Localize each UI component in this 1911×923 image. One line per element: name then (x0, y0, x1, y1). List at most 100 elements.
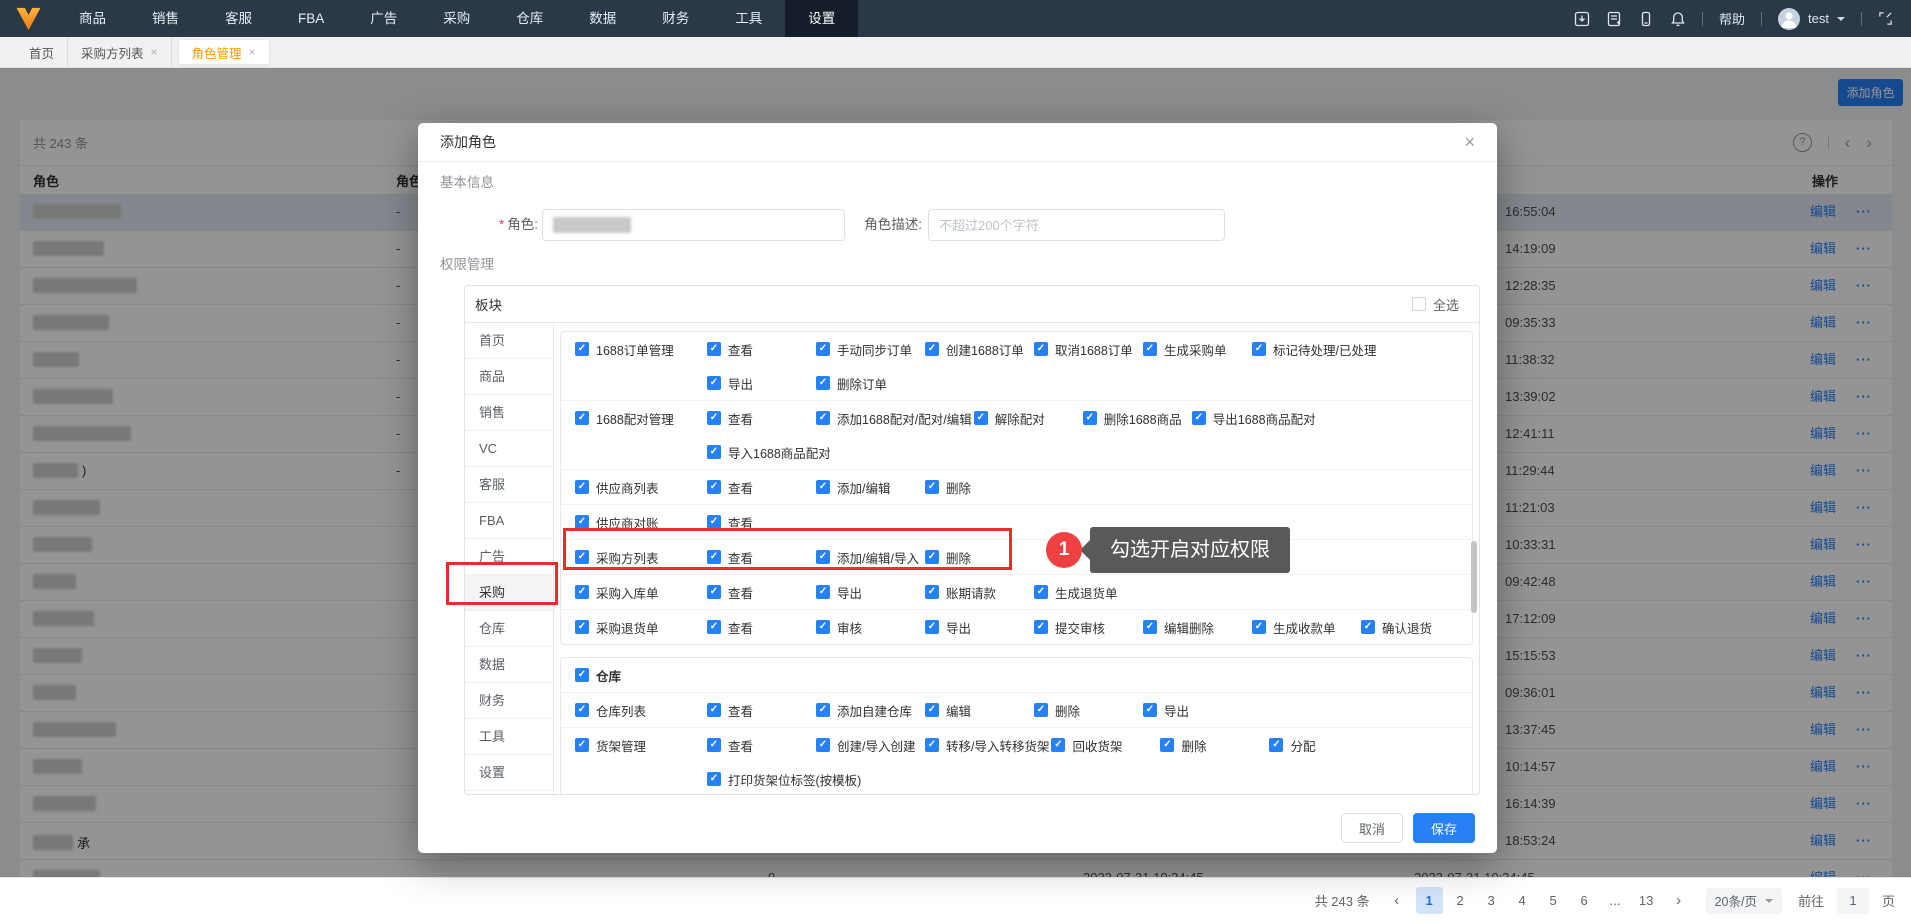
permission-option[interactable]: 分配 (1269, 736, 1376, 755)
checkbox-checked-icon[interactable] (816, 342, 830, 356)
permission-option[interactable]: 导出 (816, 583, 923, 602)
checkbox-checked-icon[interactable] (816, 738, 830, 752)
close-icon[interactable]: × (249, 45, 256, 59)
nav-menu-item[interactable]: 商品 (56, 0, 129, 37)
permission-option[interactable]: 查看 (707, 701, 814, 720)
checkbox-checked-icon[interactable] (575, 585, 589, 599)
nav-menu-item[interactable]: 数据 (566, 0, 639, 37)
tab[interactable]: 采购方列表 × (68, 37, 172, 67)
checkbox-checked-icon[interactable] (707, 772, 721, 786)
permission-option[interactable]: 导入1688商品配对 (707, 443, 831, 462)
checkbox-checked-icon[interactable] (575, 620, 589, 634)
app-logo-icon[interactable] (0, 7, 56, 31)
module-tab[interactable]: 仓库 (465, 611, 553, 647)
next-page-icon[interactable]: › (1668, 892, 1690, 909)
permission-option[interactable]: 添加/编辑 (816, 478, 923, 497)
checkbox-checked-icon[interactable] (816, 703, 830, 717)
checkbox-checked-icon[interactable] (816, 620, 830, 634)
permission-option[interactable]: 编辑 (925, 701, 1032, 720)
checkbox-checked-icon[interactable] (925, 342, 939, 356)
checkbox-checked-icon[interactable] (707, 411, 721, 425)
permission-option[interactable]: 打印货架位标签(按模板) (707, 770, 861, 789)
permission-option[interactable]: 删除1688商品 (1082, 409, 1190, 428)
permission-option[interactable]: 解除配对 (973, 409, 1081, 428)
page-size-select[interactable]: 20条/页 (1705, 887, 1782, 914)
download-icon[interactable] (1574, 11, 1590, 27)
user-avatar[interactable] (1778, 7, 1801, 30)
cancel-button[interactable]: 取消 (1340, 813, 1403, 843)
close-icon[interactable]: × (151, 45, 158, 59)
permission-option[interactable]: 提交审核 (1034, 618, 1141, 637)
checkbox-checked-icon[interactable] (575, 668, 589, 682)
module-tab[interactable]: 客服 (465, 467, 553, 503)
permission-option[interactable]: 导出 (1143, 701, 1250, 720)
role-desc-input[interactable] (928, 209, 1225, 241)
nav-menu-item[interactable]: 销售 (129, 0, 202, 37)
permission-option[interactable]: 回收货架 (1051, 736, 1158, 755)
permission-option[interactable]: 删除 (925, 478, 1032, 497)
page-number[interactable]: 2 (1447, 887, 1474, 914)
checkbox-checked-icon[interactable] (1191, 411, 1206, 425)
permission-option[interactable]: 查看 (707, 618, 814, 637)
fullscreen-icon[interactable] (1878, 11, 1893, 26)
checkbox-checked-icon[interactable] (816, 480, 830, 494)
checkbox-checked-icon[interactable] (707, 445, 721, 459)
nav-menu-item[interactable]: FBA (275, 0, 347, 37)
page-number[interactable]: 5 (1540, 887, 1567, 914)
checkbox-unchecked-icon[interactable] (1411, 297, 1426, 311)
checkbox-checked-icon[interactable] (1051, 738, 1066, 752)
checkbox-checked-icon[interactable] (707, 376, 721, 390)
select-all-checkbox[interactable]: 全选 (1411, 295, 1459, 314)
checkbox-checked-icon[interactable] (1252, 620, 1266, 634)
checkbox-checked-icon[interactable] (925, 738, 939, 752)
checkbox-checked-icon[interactable] (1034, 703, 1048, 717)
nav-menu-item[interactable]: 工具 (712, 0, 785, 37)
chevron-down-icon[interactable] (1837, 16, 1845, 25)
permission-module[interactable]: 供应商列表 (575, 470, 707, 504)
mobile-app-icon[interactable] (1638, 11, 1654, 27)
checkbox-checked-icon[interactable] (816, 376, 830, 390)
permission-option[interactable]: 删除 (1034, 701, 1141, 720)
permission-option[interactable]: 查看 (707, 583, 814, 602)
checkbox-checked-icon[interactable] (1034, 585, 1048, 599)
checkbox-checked-icon[interactable] (575, 411, 589, 425)
checkbox-checked-icon[interactable] (707, 620, 721, 634)
checkbox-checked-icon[interactable] (925, 585, 939, 599)
checkbox-checked-icon[interactable] (1034, 620, 1048, 634)
permission-option[interactable]: 生成采购单 (1143, 340, 1250, 359)
permission-option[interactable]: 创建1688订单 (925, 340, 1032, 359)
checkbox-checked-icon[interactable] (1252, 342, 1266, 356)
checkbox-checked-icon[interactable] (925, 620, 939, 634)
permission-option[interactable]: 生成退货单 (1034, 583, 1141, 602)
permission-module[interactable]: 仓库列表 (575, 693, 707, 727)
permission-option[interactable]: 编辑删除 (1143, 618, 1250, 637)
checkbox-checked-icon[interactable] (1160, 738, 1175, 752)
nav-menu-item[interactable]: 采购 (420, 0, 493, 37)
checkbox-checked-icon[interactable] (1269, 738, 1284, 752)
module-tab[interactable]: FBA (465, 503, 553, 539)
checkbox-checked-icon[interactable] (1361, 620, 1375, 634)
nav-menu-item[interactable]: 广告 (347, 0, 420, 37)
scrollbar-thumb[interactable] (1471, 541, 1477, 613)
checkbox-checked-icon[interactable] (575, 515, 589, 529)
tab[interactable]: 角色管理 × (177, 39, 270, 65)
permission-option[interactable]: 查看 (707, 478, 814, 497)
permission-option[interactable]: 取消1688订单 (1034, 340, 1141, 359)
checkbox-checked-icon[interactable] (816, 585, 830, 599)
username[interactable]: test (1808, 11, 1829, 26)
goto-page-input[interactable]: 1 (1836, 887, 1869, 914)
close-icon[interactable]: × (1464, 132, 1475, 153)
permission-option[interactable]: 查看 (707, 340, 814, 359)
permission-module[interactable]: 采购退货单 (575, 610, 707, 644)
checkbox-checked-icon[interactable] (707, 480, 721, 494)
checkbox-checked-icon[interactable] (816, 411, 830, 425)
module-tab[interactable]: 设置 (465, 755, 553, 791)
help-link[interactable]: 帮助 (1719, 9, 1745, 28)
permission-module[interactable]: 1688配对管理 (575, 401, 707, 435)
permission-module[interactable]: 货架管理 (575, 728, 707, 762)
page-number[interactable]: ... (1602, 887, 1629, 914)
checkbox-checked-icon[interactable] (707, 585, 721, 599)
checkbox-checked-icon[interactable] (973, 411, 988, 425)
permission-option[interactable]: 添加1688配对/配对/编辑 (816, 409, 972, 428)
permission-option[interactable]: 生成收款单 (1252, 618, 1359, 637)
